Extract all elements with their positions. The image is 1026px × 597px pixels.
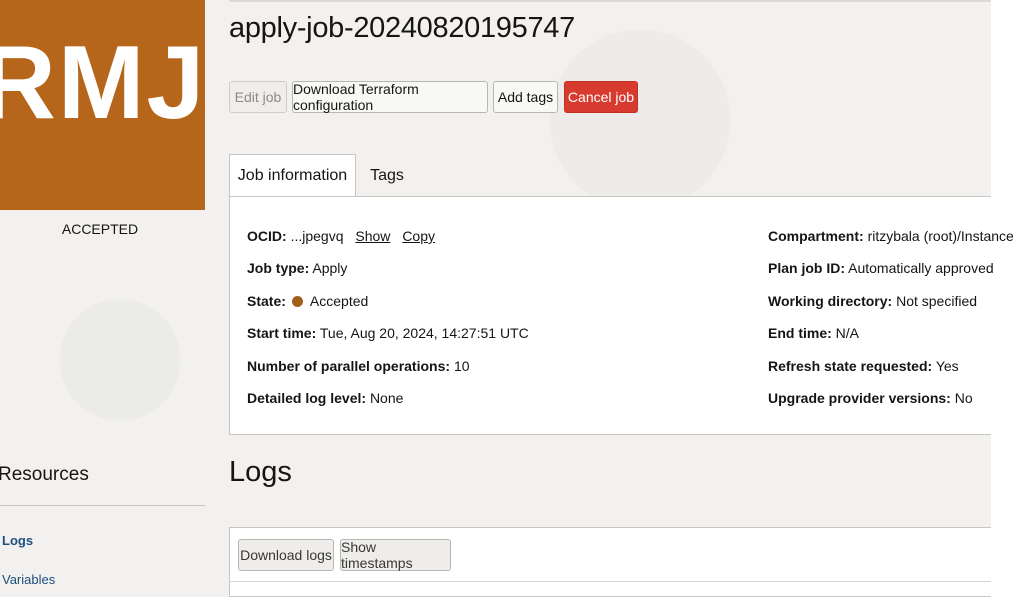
- log-level-label: Detailed log level:: [247, 390, 367, 406]
- log-level-value: None: [369, 390, 404, 406]
- working-dir-label: Working directory:: [768, 293, 893, 309]
- show-timestamps-button[interactable]: Show timestamps: [340, 539, 451, 571]
- job-type-value: Apply: [312, 260, 348, 276]
- refresh-state-row: Refresh state requested: Yes: [768, 358, 959, 374]
- upgrade-provider-row: Upgrade provider versions: No: [768, 390, 973, 406]
- top-divider: [229, 0, 991, 2]
- state-value: Accepted: [309, 293, 369, 309]
- download-logs-button[interactable]: Download logs: [238, 539, 334, 571]
- tab-tags[interactable]: Tags: [356, 154, 418, 197]
- compartment-value: ritzybala (root)/Instance: [867, 228, 1014, 244]
- plan-job-label: Plan job ID:: [768, 260, 845, 276]
- job-badge: RMJ: [0, 0, 205, 210]
- compartment-row: Compartment: ritzybala (root)/Instance: [768, 228, 1014, 244]
- page-title: apply-job-20240820195747: [229, 12, 575, 44]
- end-time-value: N/A: [835, 325, 860, 341]
- badge-text: RMJ: [0, 25, 207, 141]
- right-edge: [991, 0, 1026, 597]
- start-time-row: Start time: Tue, Aug 20, 2024, 14:27:51 …: [247, 325, 529, 341]
- refresh-state-value: Yes: [935, 358, 959, 374]
- start-time-label: Start time:: [247, 325, 317, 341]
- parallel-ops-label: Number of parallel operations:: [247, 358, 451, 374]
- logs-divider: [229, 581, 991, 582]
- plan-job-value: Automatically approved: [848, 260, 994, 276]
- ocid-value: ...jpegvq: [290, 228, 344, 244]
- state-label: State:: [247, 293, 286, 309]
- ocid-row: OCID: ...jpegvq Show Copy: [247, 228, 435, 244]
- ocid-copy-link[interactable]: Copy: [402, 228, 435, 244]
- resources-title: Resources: [0, 464, 89, 485]
- state-dot-icon: [291, 296, 303, 307]
- job-information-panel: OCID: ...jpegvq Show Copy Job type: Appl…: [229, 196, 1014, 435]
- job-type-label: Job type:: [247, 260, 310, 276]
- download-terraform-button[interactable]: Download Terraform configuration: [292, 81, 488, 113]
- resources-link-logs[interactable]: Logs: [2, 533, 33, 548]
- state-row: State: Accepted: [247, 293, 368, 309]
- cancel-job-button[interactable]: Cancel job: [564, 81, 638, 113]
- resources-link-variables[interactable]: Variables: [2, 572, 55, 587]
- ocid-show-link[interactable]: Show: [355, 228, 390, 244]
- job-type-row: Job type: Apply: [247, 260, 347, 276]
- add-tags-button[interactable]: Add tags: [493, 81, 558, 113]
- tab-job-information[interactable]: Job information: [229, 154, 356, 197]
- parallel-ops-row: Number of parallel operations: 10: [247, 358, 470, 374]
- resources-divider: [0, 505, 205, 506]
- parallel-ops-value: 10: [453, 358, 470, 374]
- start-time-value: Tue, Aug 20, 2024, 14:27:51 UTC: [319, 325, 529, 341]
- refresh-state-label: Refresh state requested:: [768, 358, 933, 374]
- edit-job-button[interactable]: Edit job: [229, 81, 287, 113]
- upgrade-provider-label: Upgrade provider versions:: [768, 390, 951, 406]
- plan-job-row: Plan job ID: Automatically approved: [768, 260, 994, 276]
- log-level-row: Detailed log level: None: [247, 390, 403, 406]
- end-time-row: End time: N/A: [768, 325, 859, 341]
- working-dir-value: Not specified: [896, 293, 978, 309]
- logs-section-title: Logs: [229, 456, 292, 488]
- working-dir-row: Working directory: Not specified: [768, 293, 977, 309]
- ocid-label: OCID:: [247, 228, 287, 244]
- upgrade-provider-value: No: [954, 390, 973, 406]
- compartment-label: Compartment:: [768, 228, 864, 244]
- job-state-label: ACCEPTED: [61, 221, 139, 237]
- end-time-label: End time:: [768, 325, 832, 341]
